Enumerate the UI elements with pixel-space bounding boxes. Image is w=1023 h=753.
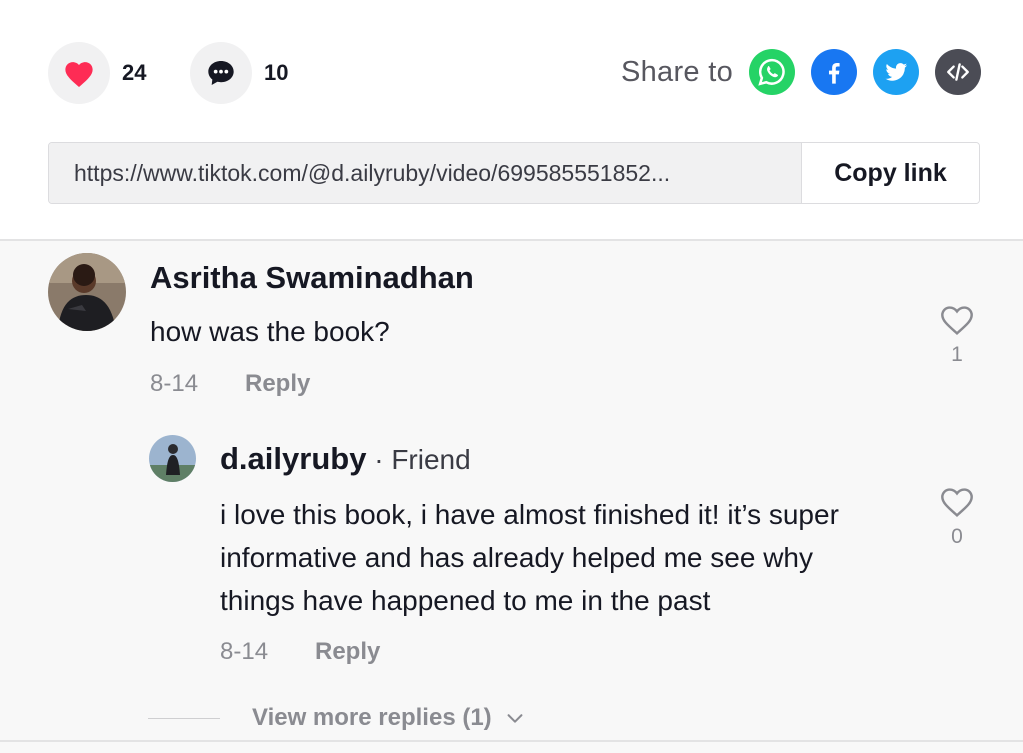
view-more-replies-label: View more replies (1) — [252, 704, 492, 731]
video-link-url[interactable]: https://www.tiktok.com/@d.ailyruby/video… — [49, 143, 801, 203]
reply-author-line: d.ailyruby · Friend — [220, 441, 471, 477]
share-bar: Share to — [621, 49, 981, 95]
reply-author[interactable]: d.ailyruby — [220, 441, 366, 476]
whatsapp-icon — [758, 58, 785, 86]
share-twitter-button[interactable] — [873, 49, 919, 95]
heart-outline-icon — [941, 488, 973, 518]
reply-text-line: i love this book, i have almost finished… — [220, 499, 839, 530]
avatar-photo — [149, 435, 196, 482]
facebook-icon — [828, 63, 840, 84]
copy-link-button[interactable]: Copy link — [801, 143, 979, 203]
embed-code-icon — [947, 63, 969, 81]
heart-outline-icon — [941, 306, 973, 336]
like-action[interactable]: 24 — [48, 42, 146, 104]
comment-count: 10 — [264, 60, 289, 85]
video-link-box: https://www.tiktok.com/@d.ailyruby/video… — [48, 142, 980, 204]
comment-like-button[interactable]: 1 — [932, 302, 982, 367]
comment-text: how was the book? — [150, 316, 390, 347]
comment-action[interactable]: 10 — [190, 42, 288, 104]
like-button[interactable] — [48, 42, 110, 104]
like-count: 24 — [122, 60, 147, 85]
twitter-icon — [885, 63, 908, 81]
share-label: Share to — [620, 55, 733, 88]
comment-reply-button[interactable]: Reply — [245, 370, 310, 398]
reply-like-count: 0 — [951, 525, 963, 548]
reply-text-line: informative and has already helped me se… — [220, 542, 814, 573]
reply-text-line: things have happened to me in the past — [220, 585, 711, 616]
share-whatsapp-button[interactable] — [749, 49, 795, 95]
share-facebook-button[interactable] — [811, 49, 857, 95]
commenter-avatar[interactable] — [48, 253, 126, 331]
chevron-down-icon — [507, 714, 523, 723]
avatar-photo — [48, 253, 126, 331]
reply-text: i love this book, i have almost finished… — [220, 493, 839, 622]
view-more-replies-button[interactable]: View more replies (1) — [252, 704, 526, 732]
reply-like-button[interactable]: 0 — [932, 484, 982, 549]
divider — [0, 740, 1023, 742]
reply-date: 8-14 — [220, 638, 269, 665]
friend-badge: · Friend — [366, 444, 471, 475]
share-embed-button[interactable] — [935, 49, 981, 95]
reply-author-avatar[interactable] — [149, 435, 196, 482]
comment-author[interactable]: Asritha Swaminadhan — [150, 260, 474, 296]
video-actions-panel: 24 10 Share to https://www.tiktok.com/@d… — [0, 0, 1023, 240]
comment-date: 8-14 — [150, 370, 199, 397]
comment-like-count: 1 — [951, 343, 963, 366]
view-more-replies-row: View more replies (1) — [148, 704, 526, 732]
heart-filled-icon — [65, 62, 93, 88]
divider — [148, 717, 220, 719]
comment-button[interactable] — [190, 42, 252, 104]
reply-reply-button[interactable]: Reply — [315, 638, 380, 666]
comment-bubble-icon — [208, 61, 234, 85]
